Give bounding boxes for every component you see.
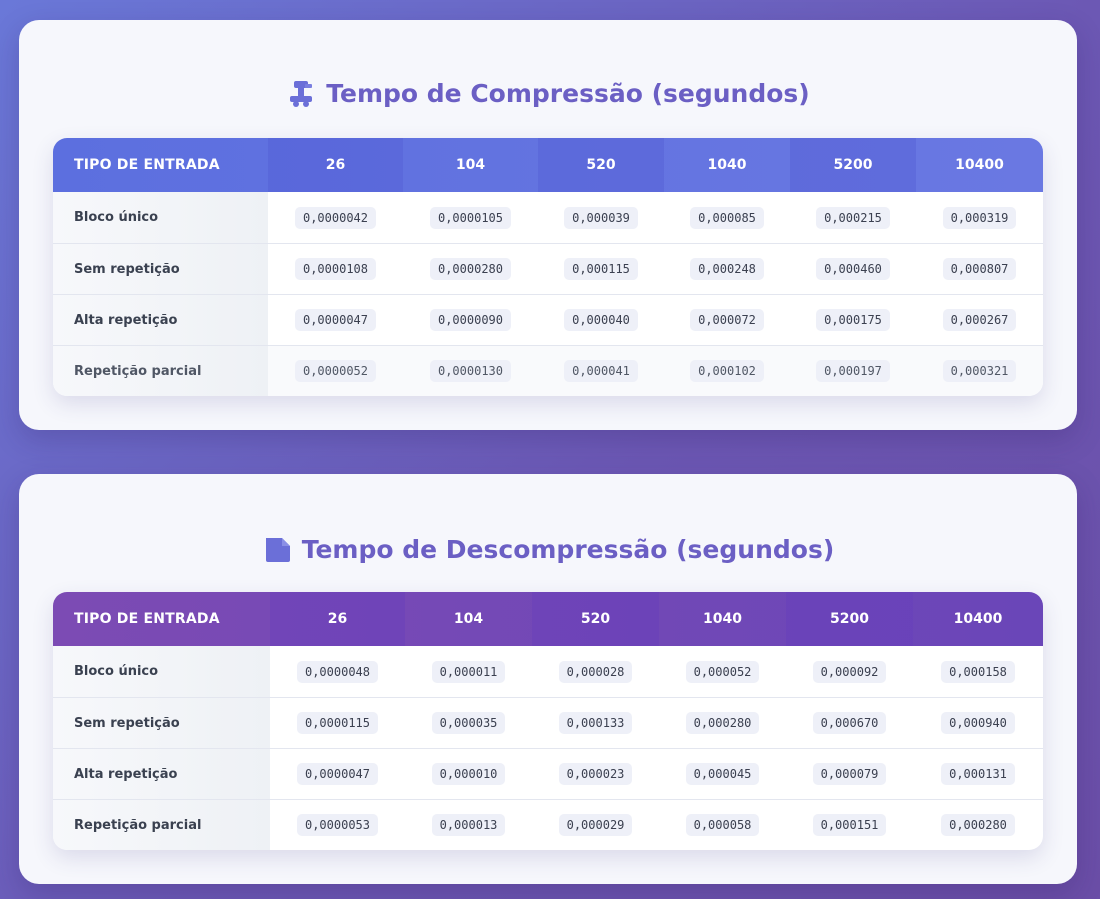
row-label: Repetição parcial — [53, 800, 270, 850]
decompression-card: Tempo de Descompressão (segundos) TIPO D… — [19, 474, 1077, 884]
column-header-1040: 1040 — [707, 157, 747, 173]
compression-table: TIPO DE ENTRADA 26 104 520 1040 5200 104… — [53, 138, 1043, 396]
table-row: Sem repetição 0,0000108 0,0000280 0,0001… — [53, 243, 1043, 294]
row-label: Bloco único — [53, 192, 268, 243]
value-cell: 0,000321 — [942, 360, 1017, 382]
value-cell: 0,0000108 — [294, 258, 377, 280]
table-row: Sem repetição 0,0000115 0,000035 0,00013… — [53, 697, 1043, 748]
value-cell: 0,000158 — [941, 660, 1015, 683]
value-cell: 0,0000105 — [429, 206, 512, 229]
value-cell: 0,000280 — [685, 712, 760, 734]
value-cell: 0,0000042 — [294, 206, 377, 229]
value-cell: 0,000085 — [690, 206, 764, 229]
column-header-5200: 5200 — [786, 592, 913, 646]
compression-card: Tempo de Compressão (segundos) TIPO DE E… — [19, 20, 1077, 430]
column-header-26: 26 — [270, 592, 405, 646]
column-header-520: 520 — [538, 138, 664, 192]
table-row: Alta repetição 0,0000047 0,0000090 0,000… — [53, 294, 1043, 345]
compression-title-text: Tempo de Compressão (segundos) — [326, 78, 810, 108]
decompression-table: TIPO DE ENTRADA 26 104 520 1040 5200 104… — [53, 592, 1043, 850]
value-cell: 0,000040 — [564, 309, 638, 331]
decompression-title-text: Tempo de Descompressão (segundos) — [301, 534, 835, 564]
value-cell: 0,0000048 — [296, 660, 379, 683]
value-cell: 0,000460 — [816, 258, 890, 280]
value-cell: 0,000013 — [431, 814, 506, 836]
row-label: Sem repetição — [53, 244, 268, 294]
value-cell: 0,000079 — [812, 763, 887, 785]
column-header-10400: 10400 — [955, 157, 1004, 173]
value-cell: 0,000248 — [690, 258, 764, 280]
value-cell: 0,0000052 — [294, 360, 377, 382]
compression-table-header: TIPO DE ENTRADA 26 104 520 1040 5200 104… — [53, 138, 1043, 192]
column-header-10400: 10400 — [953, 611, 1003, 627]
table-row: Repetição parcial 0,0000053 0,000013 0,0… — [53, 799, 1043, 850]
value-cell: 0,000029 — [558, 814, 633, 836]
value-cell: 0,000133 — [558, 712, 633, 734]
column-header-input-type: TIPO DE ENTRADA — [74, 611, 220, 627]
row-label: Alta repetição — [53, 295, 268, 345]
value-cell: 0,000058 — [685, 814, 760, 836]
value-cell: 0,000940 — [941, 712, 1015, 734]
value-cell: 0,000092 — [812, 660, 887, 683]
value-cell: 0,000039 — [564, 206, 638, 229]
folder-shape-icon — [262, 534, 292, 564]
decompression-title: Tempo de Descompressão (segundos) — [19, 534, 1077, 564]
table-row: Alta repetição 0,0000047 0,000010 0,0000… — [53, 748, 1043, 799]
column-header-5200: 5200 — [790, 138, 916, 192]
value-cell: 0,0000130 — [429, 360, 512, 382]
value-cell: 0,0000047 — [296, 763, 379, 785]
value-cell: 0,000028 — [558, 660, 633, 683]
value-cell: 0,000807 — [942, 258, 1017, 280]
row-label: Sem repetição — [53, 698, 270, 748]
value-cell: 0,000045 — [685, 763, 760, 785]
value-cell: 0,0000090 — [429, 309, 512, 331]
value-cell: 0,000131 — [941, 763, 1015, 785]
column-header-26: 26 — [268, 138, 403, 192]
value-cell: 0,000115 — [564, 258, 638, 280]
table-row: Repetição parcial 0,0000052 0,0000130 0,… — [53, 345, 1043, 396]
value-cell: 0,000175 — [816, 309, 890, 331]
value-cell: 0,000151 — [812, 814, 887, 836]
table-row: Bloco único 0,0000042 0,0000105 0,000039… — [53, 192, 1043, 243]
row-label: Repetição parcial — [53, 346, 268, 396]
value-cell: 0,000035 — [431, 712, 506, 734]
value-cell: 0,000280 — [941, 814, 1015, 836]
clamp-icon — [286, 78, 316, 108]
value-cell: 0,0000047 — [294, 309, 377, 331]
value-cell: 0,000041 — [564, 360, 638, 382]
value-cell: 0,000102 — [690, 360, 764, 382]
value-cell: 0,000670 — [812, 712, 887, 734]
row-label: Bloco único — [53, 646, 270, 697]
value-cell: 0,000215 — [816, 206, 890, 229]
value-cell: 0,0000053 — [296, 814, 379, 836]
value-cell: 0,000267 — [942, 309, 1017, 331]
column-header-520: 520 — [532, 592, 659, 646]
value-cell: 0,000010 — [431, 763, 506, 785]
decompression-table-header: TIPO DE ENTRADA 26 104 520 1040 5200 104… — [53, 592, 1043, 646]
value-cell: 0,000319 — [942, 206, 1017, 229]
value-cell: 0,000023 — [558, 763, 633, 785]
compression-title: Tempo de Compressão (segundos) — [19, 78, 1077, 108]
column-header-104: 104 — [455, 157, 486, 173]
value-cell: 0,000052 — [685, 660, 760, 683]
value-cell: 0,000011 — [431, 660, 506, 683]
value-cell: 0,000197 — [816, 360, 890, 382]
column-header-1040: 1040 — [703, 611, 742, 627]
row-label: Alta repetição — [53, 749, 270, 799]
value-cell: 0,000072 — [690, 309, 764, 331]
column-header-input-type: TIPO DE ENTRADA — [74, 157, 220, 173]
table-row: Bloco único 0,0000048 0,000011 0,000028 … — [53, 646, 1043, 697]
value-cell: 0,0000280 — [429, 258, 512, 280]
value-cell: 0,0000115 — [296, 712, 379, 734]
column-header-104: 104 — [453, 611, 484, 627]
